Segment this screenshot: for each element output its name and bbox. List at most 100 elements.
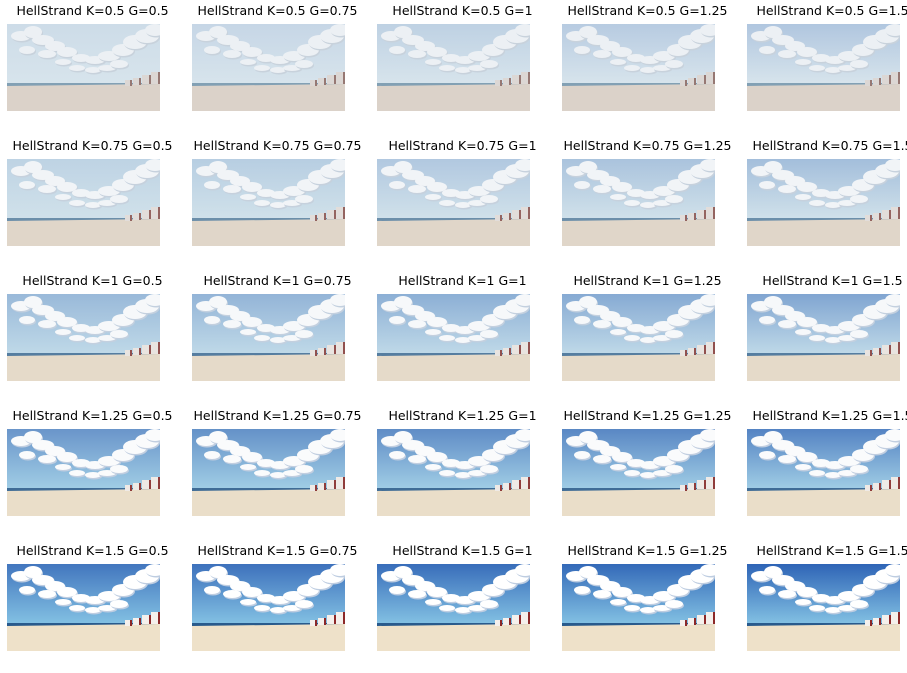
beach-photo [747, 159, 900, 246]
sand [377, 84, 530, 111]
beach-photo [747, 564, 900, 651]
panel-image [377, 24, 530, 111]
panel-image [747, 294, 900, 381]
panel-grid: HellStrand K=0.5 G=0.5 HellStrand K=0.5 G… [0, 0, 907, 656]
sand [377, 624, 530, 651]
panel-image [747, 24, 900, 111]
sand [747, 84, 900, 111]
image-panel: HellStrand K=0.5 G=1.25 [555, 3, 740, 133]
panel-image [562, 159, 715, 246]
panel-image [192, 564, 345, 651]
beach-photo [192, 159, 345, 246]
panel-image [192, 159, 345, 246]
beach-photo [377, 24, 530, 111]
panel-title: HellStrand K=1.25 G=1.5 [752, 408, 907, 423]
image-panel: HellStrand K=0.75 G=1.25 [555, 138, 740, 268]
image-panel: HellStrand K=1.25 G=0.5 [0, 408, 185, 538]
beach-photo [377, 564, 530, 651]
panel-title: HellStrand K=0.75 G=0.75 [193, 138, 362, 153]
image-panel: HellStrand K=1 G=1 [370, 273, 555, 403]
sand [7, 489, 160, 516]
panel-image [377, 294, 530, 381]
panel-title: HellStrand K=1.5 G=1.25 [567, 543, 728, 558]
beach-photo [192, 564, 345, 651]
beach-photo [562, 294, 715, 381]
panel-title: HellStrand K=1 G=1 [398, 273, 527, 288]
panel-title: HellStrand K=1.5 G=0.5 [16, 543, 169, 558]
panel-image [192, 24, 345, 111]
panel-image [7, 159, 160, 246]
panel-title: HellStrand K=0.75 G=1 [388, 138, 537, 153]
panel-image [192, 429, 345, 516]
panel-title: HellStrand K=1.5 G=0.75 [197, 543, 358, 558]
panel-image [747, 429, 900, 516]
beach-photo [377, 429, 530, 516]
sand [747, 354, 900, 381]
beach-photo [377, 159, 530, 246]
sand [7, 624, 160, 651]
beach-photo [562, 564, 715, 651]
panel-title: HellStrand K=1.25 G=0.75 [193, 408, 362, 423]
beach-photo [562, 24, 715, 111]
beach-photo [7, 564, 160, 651]
image-panel: HellStrand K=1.5 G=0.75 [185, 543, 370, 673]
image-panel: HellStrand K=1.25 G=1.5 [740, 408, 907, 538]
panel-title: HellStrand K=1.5 G=1.5 [756, 543, 907, 558]
panel-title: HellStrand K=1 G=0.5 [22, 273, 163, 288]
panel-title: HellStrand K=0.5 G=1.25 [567, 3, 728, 18]
panel-image [562, 429, 715, 516]
panel-title: HellStrand K=1.25 G=1.25 [563, 408, 732, 423]
beach-photo [192, 24, 345, 111]
beach-photo [7, 429, 160, 516]
beach-photo [7, 24, 160, 111]
image-panel: HellStrand K=1 G=0.75 [185, 273, 370, 403]
sand [7, 84, 160, 111]
panel-title: HellStrand K=0.5 G=0.5 [16, 3, 169, 18]
image-panel: HellStrand K=0.75 G=1.5 [740, 138, 907, 268]
sand [747, 219, 900, 246]
panel-title: HellStrand K=1.5 G=1 [392, 543, 533, 558]
beach-photo [192, 429, 345, 516]
sand [562, 219, 715, 246]
image-panel: HellStrand K=1 G=0.5 [0, 273, 185, 403]
sand [192, 354, 345, 381]
beach-photo [377, 294, 530, 381]
panel-title: HellStrand K=1.25 G=1 [388, 408, 537, 423]
panel-title: HellStrand K=0.75 G=1.5 [752, 138, 907, 153]
image-panel: HellStrand K=0.5 G=1.5 [740, 3, 907, 133]
sand [562, 624, 715, 651]
beach-photo [7, 294, 160, 381]
panel-image [7, 24, 160, 111]
sand [377, 354, 530, 381]
image-panel: HellStrand K=0.5 G=0.5 [0, 3, 185, 133]
sand [377, 489, 530, 516]
sand [192, 219, 345, 246]
panel-image [747, 564, 900, 651]
sand [192, 84, 345, 111]
panel-title: HellStrand K=1 G=0.75 [203, 273, 352, 288]
panel-image [747, 159, 900, 246]
beach-photo [562, 429, 715, 516]
sand [192, 489, 345, 516]
panel-title: HellStrand K=0.75 G=1.25 [563, 138, 732, 153]
sand [7, 354, 160, 381]
image-panel: HellStrand K=1 G=1.5 [740, 273, 907, 403]
image-panel: HellStrand K=1.5 G=1 [370, 543, 555, 673]
image-panel: HellStrand K=1.25 G=0.75 [185, 408, 370, 538]
panel-title: HellStrand K=1 G=1.25 [573, 273, 722, 288]
image-panel: HellStrand K=0.75 G=0.75 [185, 138, 370, 268]
sand [377, 219, 530, 246]
sand [562, 354, 715, 381]
panel-image [562, 564, 715, 651]
image-panel: HellStrand K=1.25 G=1.25 [555, 408, 740, 538]
sand [747, 489, 900, 516]
panel-image [377, 564, 530, 651]
beach-photo [192, 294, 345, 381]
image-panel: HellStrand K=1 G=1.25 [555, 273, 740, 403]
panel-image [7, 294, 160, 381]
sand [192, 624, 345, 651]
image-panel: HellStrand K=0.5 G=0.75 [185, 3, 370, 133]
sand [562, 84, 715, 111]
image-panel: HellStrand K=1.5 G=1.5 [740, 543, 907, 673]
beach-photo [7, 159, 160, 246]
